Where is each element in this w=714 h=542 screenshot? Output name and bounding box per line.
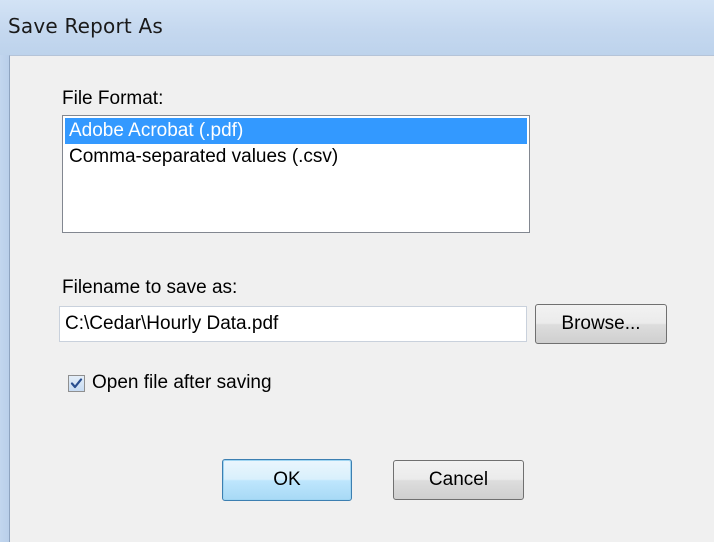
browse-button[interactable]: Browse... bbox=[535, 304, 667, 344]
open-after-saving-checkbox[interactable] bbox=[68, 375, 85, 392]
ok-button[interactable]: OK bbox=[222, 459, 352, 501]
file-format-option-pdf[interactable]: Adobe Acrobat (.pdf) bbox=[65, 118, 527, 144]
file-format-option-csv[interactable]: Comma-separated values (.csv) bbox=[65, 144, 527, 170]
open-after-saving-label[interactable]: Open file after saving bbox=[92, 372, 272, 394]
file-format-listbox[interactable]: Adobe Acrobat (.pdf) Comma-separated val… bbox=[62, 115, 530, 233]
checkmark-icon bbox=[70, 378, 83, 389]
window-frame bbox=[0, 55, 9, 542]
cancel-button[interactable]: Cancel bbox=[393, 460, 524, 500]
window-title: Save Report As bbox=[8, 14, 164, 38]
file-format-label: File Format: bbox=[62, 88, 164, 109]
title-bar[interactable]: Save Report As bbox=[0, 0, 714, 55]
save-report-dialog: Save Report As File Format: Adobe Acroba… bbox=[0, 0, 714, 542]
filename-input[interactable]: C:\Cedar\Hourly Data.pdf bbox=[59, 306, 527, 342]
filename-label: Filename to save as: bbox=[62, 277, 238, 298]
